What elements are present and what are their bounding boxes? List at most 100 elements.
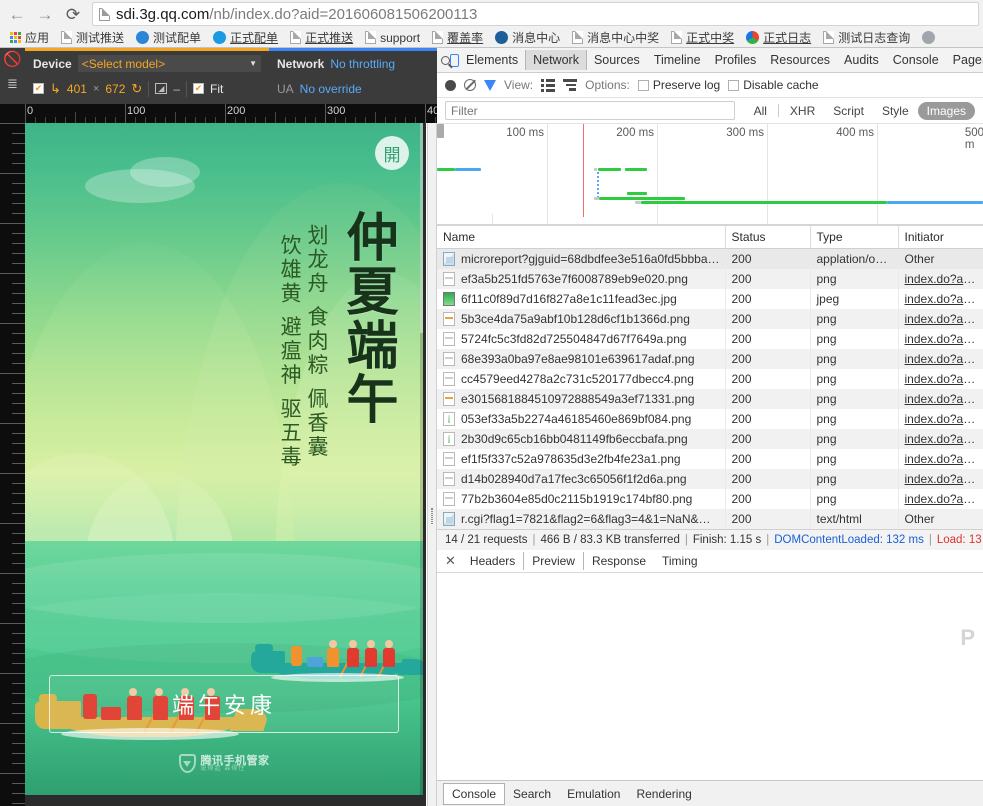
filter-chip-images[interactable]: Images xyxy=(918,102,975,120)
record-icon[interactable] xyxy=(445,80,456,91)
bookmark-item[interactable]: 覆盖率 xyxy=(427,28,488,47)
cell-initiator[interactable]: index.do?aid=2 xyxy=(898,469,983,489)
cell-initiator[interactable]: index.do?aid=2 xyxy=(898,309,983,329)
close-icon[interactable]: ✕ xyxy=(443,553,462,569)
table-row[interactable]: d14b028940d7a17fec3c65056f1f2d6a.png200p… xyxy=(437,469,983,489)
table-row[interactable]: 2b30d9c65cb16bb0481149fb6eccbafa.png200p… xyxy=(437,429,983,449)
drawer-tab-emulation[interactable]: Emulation xyxy=(559,784,628,804)
page-info-icon[interactable] xyxy=(99,8,110,21)
table-row[interactable]: 6f11c0f89d7d16f827a8e1c11fead3ec.jpg200j… xyxy=(437,289,983,309)
back-button[interactable]: ← xyxy=(4,2,30,26)
table-row[interactable]: r.cgi?flag1=7821&flag2=6&flag3=4&1=NaN&…… xyxy=(437,509,983,529)
tab-resources[interactable]: Resources xyxy=(763,50,837,70)
bookmark-item[interactable]: 测试配单 xyxy=(131,28,206,47)
bookmark-item[interactable] xyxy=(917,30,940,45)
preserve-log-option[interactable]: Preserve log xyxy=(638,78,720,92)
cell-initiator[interactable]: index.do?aid=2 xyxy=(898,389,983,409)
filter-input[interactable] xyxy=(445,101,735,120)
column-header-name[interactable]: Name xyxy=(437,226,725,249)
cell-initiator[interactable]: index.do?aid=2 xyxy=(898,329,983,349)
bookmark-item[interactable]: support xyxy=(360,30,425,46)
detail-tab-headers[interactable]: Headers xyxy=(462,552,523,570)
table-row[interactable]: cc4579eed4278a2c731c520177dbecc4.png200p… xyxy=(437,369,983,389)
filter-chip-script[interactable]: Script xyxy=(824,102,873,120)
cell-initiator[interactable]: index.do?aid=2 xyxy=(898,449,983,469)
bookmark-item[interactable]: 消息中心 xyxy=(490,28,565,47)
cell-initiator[interactable]: index.do?aid=2 xyxy=(898,489,983,509)
filter-chip-style[interactable]: Style xyxy=(873,102,918,120)
filter-chip-all[interactable]: All xyxy=(745,102,776,120)
cell-initiator[interactable]: index.do?aid=2 xyxy=(898,289,983,309)
tab-profiles[interactable]: Profiles xyxy=(708,50,764,70)
open-badge[interactable]: 開 xyxy=(375,136,409,170)
cell-initiator[interactable]: index.do?aid=2 xyxy=(898,269,983,289)
column-header-status[interactable]: Status xyxy=(725,226,810,249)
bookmark-item[interactable]: 消息中心中奖 xyxy=(567,28,664,47)
filter-chip-xhr[interactable]: XHR xyxy=(781,102,824,120)
tab-pagespee[interactable]: PageSpee xyxy=(946,50,983,70)
drawer-tab-console[interactable]: Console xyxy=(443,783,505,805)
network-lines-icon[interactable]: ≣ xyxy=(0,76,25,92)
cell-initiator[interactable]: index.do?aid=2 xyxy=(898,429,983,449)
tab-timeline[interactable]: Timeline xyxy=(647,50,708,70)
cell-initiator[interactable]: index.do?aid=2 xyxy=(898,349,983,369)
tab-elements[interactable]: Elements xyxy=(459,50,525,70)
bookmark-item[interactable]: 应用 xyxy=(5,28,54,47)
table-row[interactable]: e3015681884510972888549a3ef71331.png200p… xyxy=(437,389,983,409)
panel-splitter[interactable] xyxy=(427,123,437,806)
swap-dimensions-icon[interactable]: ↳ xyxy=(50,81,61,97)
table-row[interactable]: ef1f5f337c52a978635d3e2fb4fe23a1.png200p… xyxy=(437,449,983,469)
forward-button[interactable]: → xyxy=(32,2,58,26)
table-row[interactable]: 77b2b3604e85d0c2115b1919c174bf80.png200p… xyxy=(437,489,983,509)
funnel-icon[interactable] xyxy=(484,80,496,91)
cell-initiator[interactable]: index.do?aid=2 xyxy=(898,409,983,429)
zoom-fit-icon[interactable]: ◢ xyxy=(155,83,167,94)
detail-tab-preview[interactable]: Preview xyxy=(523,552,584,570)
overview-scrub-handle[interactable] xyxy=(437,124,444,138)
column-header-initiator[interactable]: Initiator xyxy=(898,226,983,249)
table-row[interactable]: 5b3ce4da75a9abf10b128d6cf1b1366d.png200p… xyxy=(437,309,983,329)
waterfall-view-icon[interactable] xyxy=(563,79,577,91)
cta-button[interactable]: 端午安康 xyxy=(49,675,399,733)
search-icon[interactable] xyxy=(441,56,450,65)
ua-override-value[interactable]: No override xyxy=(300,82,362,96)
bookmark-item[interactable]: 测试推送 xyxy=(56,28,129,47)
bookmark-item[interactable]: 正式日志 xyxy=(741,28,816,47)
bookmark-item[interactable]: 测试日志查询 xyxy=(818,28,915,47)
drawer-tab-rendering[interactable]: Rendering xyxy=(628,784,699,804)
device-height-input[interactable]: 672 xyxy=(105,82,125,96)
tab-sources[interactable]: Sources xyxy=(587,50,647,70)
tab-console[interactable]: Console xyxy=(886,50,946,70)
disable-cache-checkbox[interactable] xyxy=(728,80,739,91)
disable-cache-option[interactable]: Disable cache xyxy=(728,78,818,92)
clear-icon[interactable] xyxy=(464,79,476,91)
device-model-select[interactable]: <Select model> ▼ xyxy=(78,55,261,72)
dimensions-checkbox[interactable]: ✔ xyxy=(33,83,44,94)
bookmark-item[interactable]: 正式配单 xyxy=(208,28,283,47)
fit-checkbox[interactable]: ✔ xyxy=(193,83,204,94)
network-throttle-value[interactable]: No throttling xyxy=(330,57,395,71)
zoom-out-icon[interactable]: – xyxy=(173,82,180,96)
preserve-log-checkbox[interactable] xyxy=(638,80,649,91)
cell-initiator[interactable]: index.do?aid=2 xyxy=(898,369,983,389)
device-viewport[interactable]: 開 仲夏端午 划龙舟 食肉粽 佩香囊 饮雄黄 避瘟神 驱五毒 xyxy=(25,123,426,806)
page-scrollbar[interactable] xyxy=(420,123,423,795)
device-width-input[interactable]: 401 xyxy=(67,82,87,96)
reload-button[interactable]: ⟳ xyxy=(60,2,86,26)
detail-tab-timing[interactable]: Timing xyxy=(654,552,706,570)
table-row[interactable]: microreport?gjguid=68dbdfee3e516a0fd5bbb… xyxy=(437,249,983,270)
list-view-icon[interactable] xyxy=(541,79,555,92)
table-row[interactable]: 5724fc5c3fd82d725504847d67f7649a.png200p… xyxy=(437,329,983,349)
no-throttle-icon[interactable]: 🚫 xyxy=(0,50,25,68)
table-row[interactable]: ef3a5b251fd5763e7f6008789eb9e020.png200p… xyxy=(437,269,983,289)
tab-audits[interactable]: Audits xyxy=(837,50,886,70)
drawer-tab-search[interactable]: Search xyxy=(505,784,559,804)
table-row[interactable]: 053ef33a5b2274a46185460e869bf084.png200p… xyxy=(437,409,983,429)
rotate-icon[interactable]: ↻ xyxy=(131,81,142,97)
column-header-type[interactable]: Type xyxy=(810,226,898,249)
detail-tab-response[interactable]: Response xyxy=(584,552,654,570)
network-overview-timeline[interactable]: 100 ms200 ms300 ms400 ms500 m xyxy=(437,124,983,226)
bookmark-item[interactable]: 正式中奖 xyxy=(666,28,739,47)
table-row[interactable]: 68e393a0ba97e8ae98101e639617adaf.png200p… xyxy=(437,349,983,369)
address-bar[interactable]: sdi.3g.qq.com/nb/index.do?aid=2016060815… xyxy=(92,2,979,26)
